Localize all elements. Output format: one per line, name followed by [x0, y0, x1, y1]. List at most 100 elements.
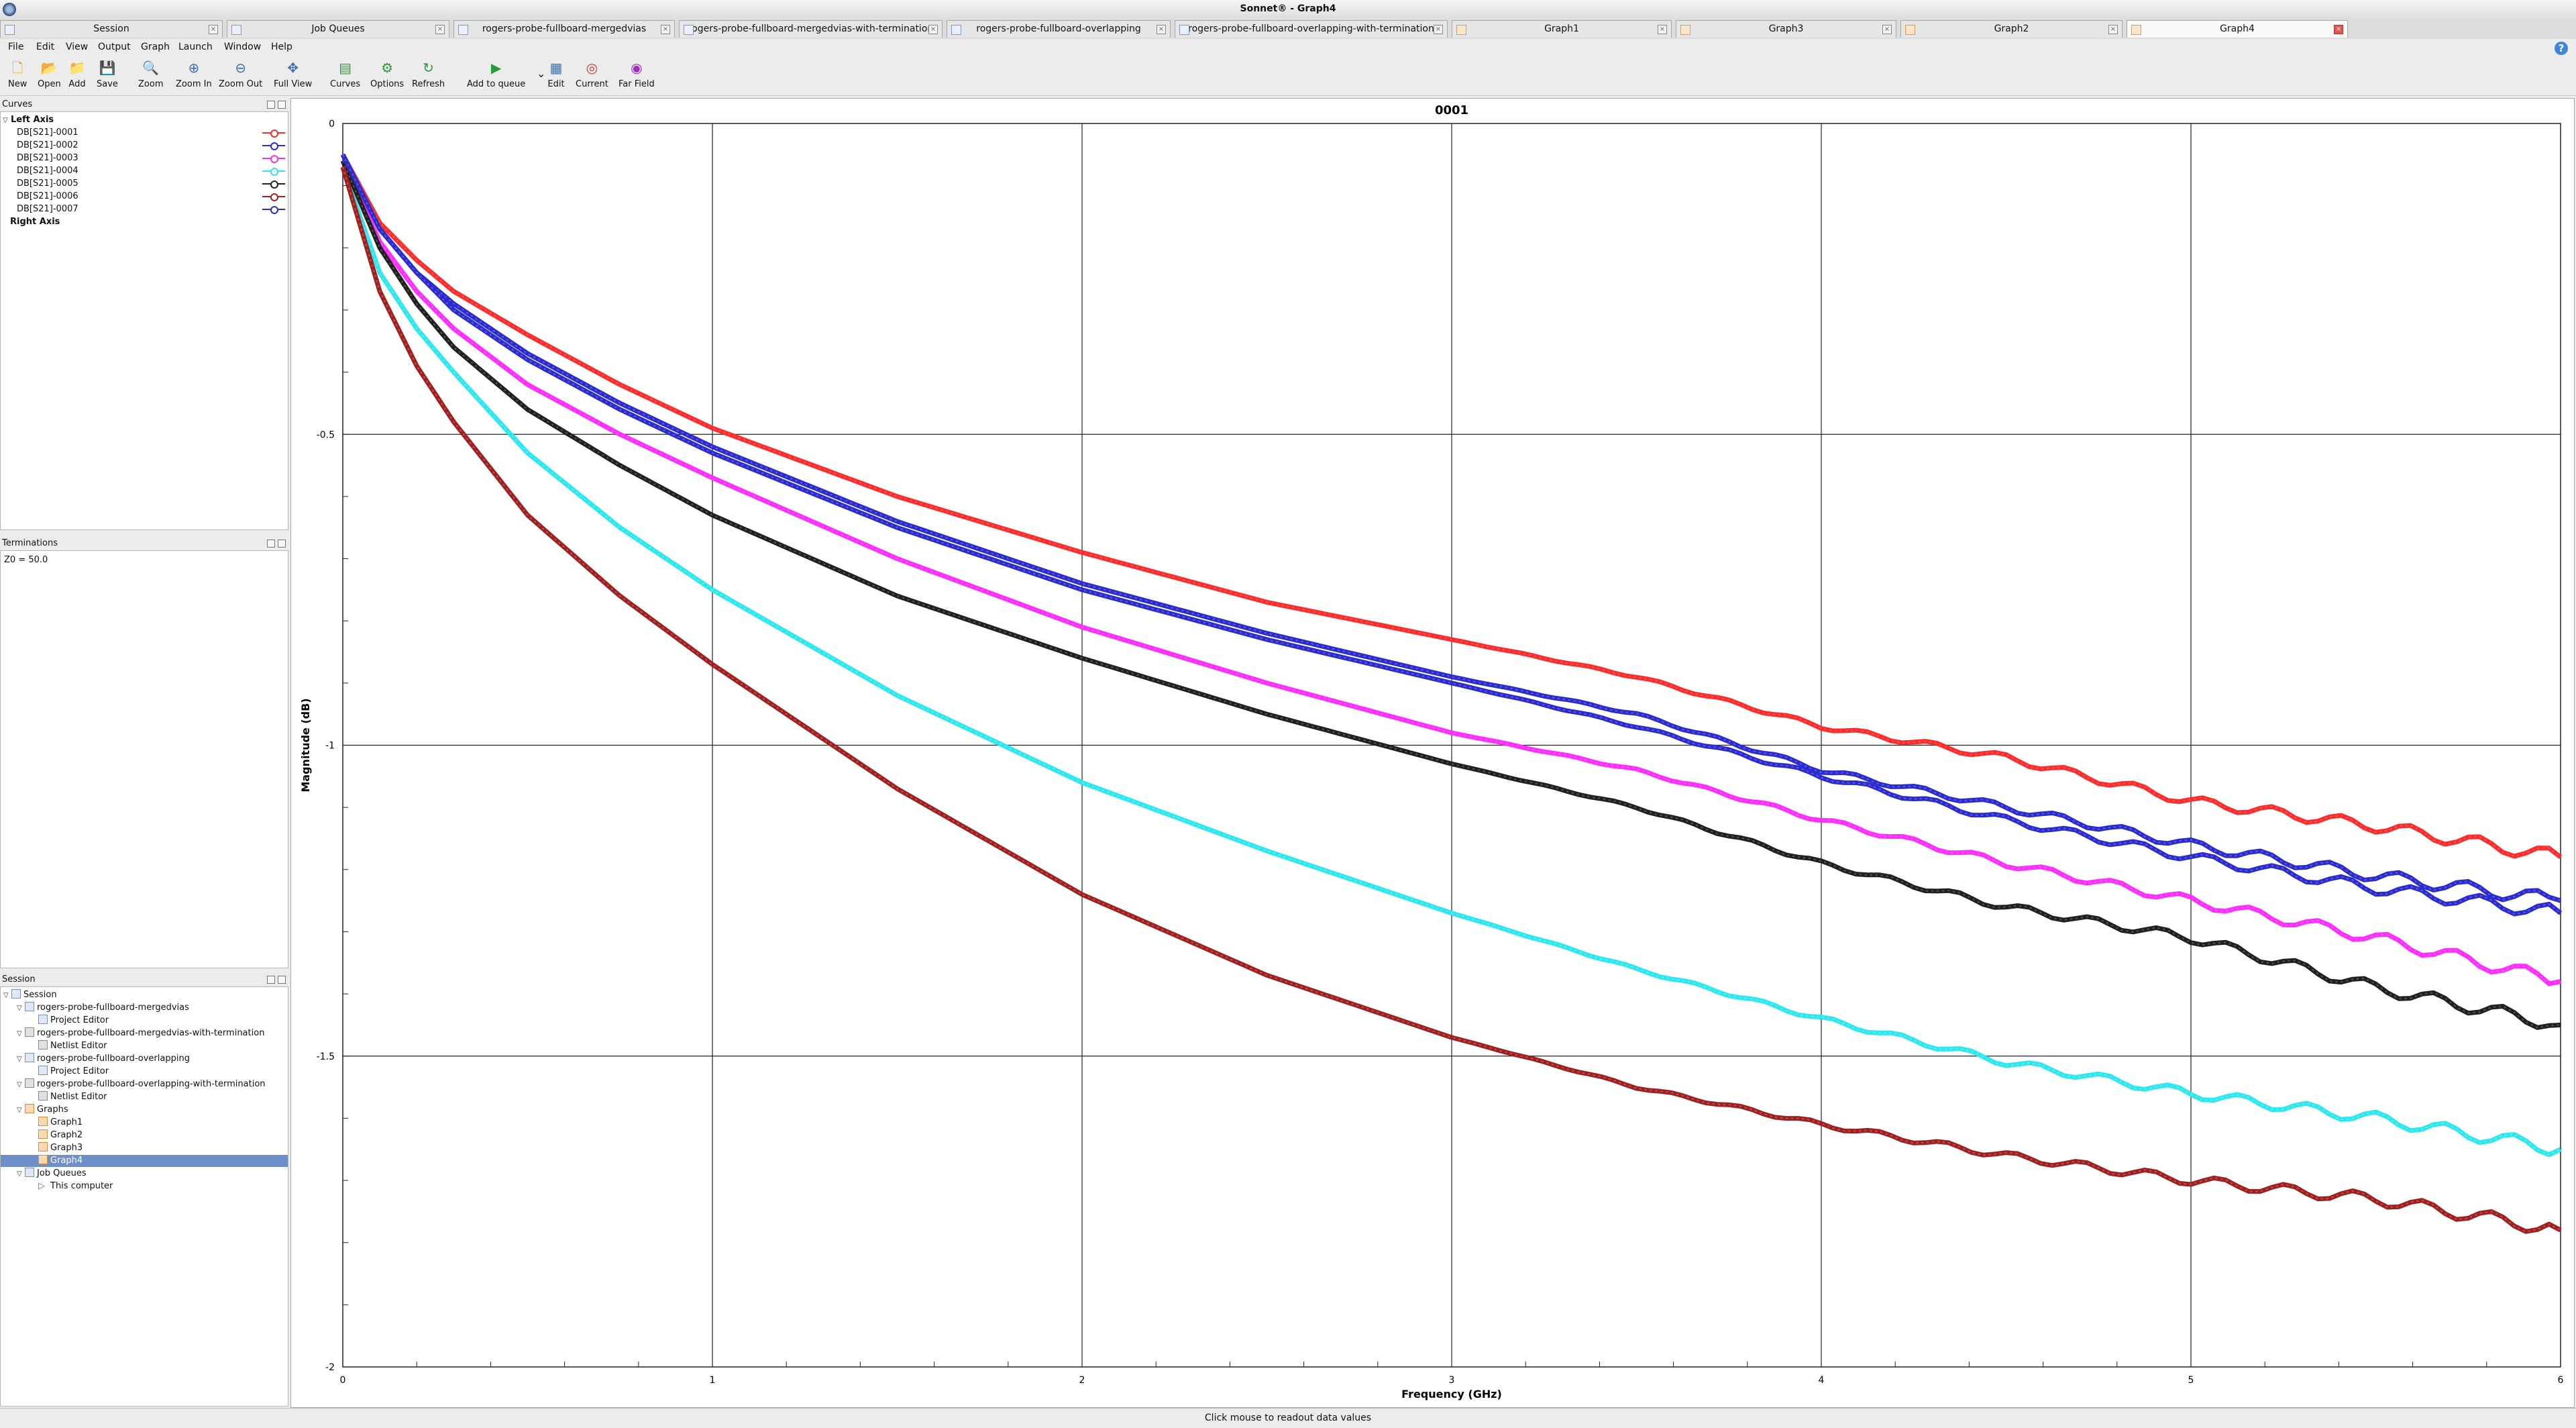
curve-item[interactable]: DB[S21]-0003: [17, 152, 78, 164]
add-to-queue-dropdown[interactable]: ⌄: [537, 67, 545, 80]
close-icon[interactable]: ×: [2108, 25, 2118, 34]
add-to-queue-button[interactable]: ▶ Add to queue: [467, 59, 525, 89]
curve-item[interactable]: DB[S21]-0002: [17, 140, 78, 152]
curve-item[interactable]: DB[S21]-0007: [17, 203, 78, 215]
close-icon[interactable]: ×: [1434, 25, 1443, 34]
right-axis-group[interactable]: Right Axis: [10, 216, 60, 228]
menu-view[interactable]: View: [66, 42, 88, 52]
toolbar-label: Far Field: [619, 79, 655, 89]
panel-float-icon[interactable]: [267, 976, 275, 984]
left-axis-group[interactable]: ▽ Left Axis: [3, 114, 54, 127]
menu-window[interactable]: Window: [224, 42, 261, 52]
tab-graph1[interactable]: Graph1 ×: [1452, 20, 1672, 38]
expand-icon[interactable]: ▽: [17, 1054, 25, 1066]
zoom-button[interactable]: 🔍 Zoom: [138, 59, 163, 89]
tab-rogers-probe-fullboard-mergedvias-with-termination[interactable]: rogers-probe-fullboard-mergedvias-with-t…: [679, 20, 943, 38]
menu-launch[interactable]: Launch: [178, 42, 213, 52]
tree-item[interactable]: ▽ rogers-probe-fullboard-mergedvias: [17, 1002, 189, 1015]
toolbar-label: Zoom In: [176, 79, 212, 89]
tree-item[interactable]: ▽ rogers-probe-fullboard-overlapping: [17, 1053, 190, 1066]
tree-item[interactable]: Graph1: [30, 1117, 83, 1129]
expand-icon[interactable]: ▽: [17, 1105, 25, 1117]
options-button[interactable]: ⚙ Options: [370, 59, 404, 89]
menu-help[interactable]: Help: [271, 42, 292, 52]
tab-label: Session: [93, 23, 129, 34]
menu-file[interactable]: File: [8, 42, 23, 52]
netlist-icon: [1179, 25, 1189, 35]
tree-item[interactable]: Graph2: [30, 1129, 83, 1141]
panel-close-icon[interactable]: [278, 976, 286, 984]
close-icon[interactable]: ×: [1882, 25, 1892, 34]
panel-close-icon[interactable]: [278, 540, 286, 548]
close-icon[interactable]: ×: [1658, 25, 1667, 34]
s21-magnitude-chart[interactable]: 0 -0.5 -1 -1.5 -2 0 1 2 3 4 5 6 0001 Frequency (GHz) M…: [291, 99, 2574, 1407]
tab-session[interactable]: Session ×: [0, 20, 223, 38]
current-button[interactable]: ◎ Current: [576, 59, 608, 89]
curve-label: DB[S21]-0007: [17, 204, 78, 214]
tree-item[interactable]: ▽ Graphs: [17, 1104, 68, 1117]
zoom-in-button[interactable]: ⊕ Zoom In: [176, 59, 212, 89]
new-file-button[interactable]: 🗋 New: [8, 59, 27, 89]
panel-float-icon[interactable]: [267, 540, 275, 548]
graph-icon: [2131, 25, 2141, 35]
expand-icon[interactable]: ▽: [17, 1079, 25, 1091]
zoom-in-icon: ⊕: [188, 60, 200, 76]
tree-item[interactable]: Netlist Editor: [30, 1091, 107, 1103]
tab-graph4[interactable]: Graph4 ×: [2127, 20, 2348, 38]
expand-icon[interactable]: ▽: [3, 990, 11, 1002]
tab-rogers-probe-fullboard-overlapping-with-termination[interactable]: rogers-probe-fullboard-overlapping-with-…: [1175, 20, 1448, 38]
tree-item[interactable]: Project Editor: [30, 1066, 109, 1078]
tree-item[interactable]: ▽ rogers-probe-fullboard-overlapping-with…: [17, 1078, 266, 1091]
curve-item[interactable]: DB[S21]-0006: [17, 191, 78, 203]
tree-item[interactable]: ▷ This computer: [30, 1180, 113, 1192]
curves-button[interactable]: ▤ Curves: [330, 59, 360, 89]
tab-graph2[interactable]: Graph2 ×: [1900, 20, 2123, 38]
refresh-button[interactable]: ↻ Refresh: [412, 59, 445, 89]
close-icon[interactable]: ×: [2334, 25, 2343, 34]
full-view-button[interactable]: ✥ Full View: [274, 59, 312, 89]
far-field-button[interactable]: ◉ Far Field: [619, 59, 655, 89]
menu-output[interactable]: Output: [98, 42, 131, 52]
panel-float-icon[interactable]: [267, 101, 275, 109]
expand-icon[interactable]: ▽: [17, 1168, 25, 1180]
close-icon[interactable]: ×: [661, 25, 670, 34]
y-tick-label: -1.5: [317, 1052, 335, 1062]
zoom-out-button[interactable]: ⊖ Zoom Out: [219, 59, 262, 89]
close-icon[interactable]: ×: [928, 25, 938, 34]
tree-item-label: rogers-probe-fullboard-overlapping-with-…: [37, 1079, 266, 1089]
menu-graph[interactable]: Graph: [141, 42, 170, 52]
add-folder-button[interactable]: 📁 Add: [68, 59, 86, 89]
tab-job-queues[interactable]: Job Queues ×: [227, 20, 449, 38]
curve-item[interactable]: DB[S21]-0001: [17, 127, 78, 139]
tree-item[interactable]: ▽ Job Queues: [17, 1168, 87, 1180]
panel-close-icon[interactable]: [278, 101, 286, 109]
close-icon[interactable]: ×: [1157, 25, 1166, 34]
curve-item[interactable]: DB[S21]-0004: [17, 165, 78, 177]
save-button[interactable]: 💾 Save: [97, 59, 118, 89]
expand-icon[interactable]: ▽: [17, 1003, 25, 1015]
tree-item[interactable]: Netlist Editor: [30, 1040, 107, 1052]
graph-window[interactable]: 0 -0.5 -1 -1.5 -2 0 1 2 3 4 5 6 0001 Frequency (GHz) M…: [290, 98, 2575, 1408]
tree-item-label: Netlist Editor: [50, 1092, 107, 1102]
tab-rogers-probe-fullboard-overlapping[interactable]: rogers-probe-fullboard-overlapping ×: [947, 20, 1171, 38]
tree-item[interactable]: ▽ rogers-probe-fullboard-mergedvias-with-…: [17, 1027, 264, 1040]
open-folder-button[interactable]: 📂 Open: [38, 59, 61, 89]
tree-item[interactable]: ▽ Session: [3, 989, 57, 1002]
menu-edit[interactable]: Edit: [36, 42, 54, 52]
tab-rogers-probe-fullboard-mergedvias[interactable]: rogers-probe-fullboard-mergedvias ×: [453, 20, 675, 38]
expand-icon[interactable]: ▽: [17, 1028, 25, 1040]
left-axis-label: Left Axis: [11, 115, 54, 125]
toolbar-label: Refresh: [412, 79, 445, 89]
tree-item[interactable]: Graph3: [30, 1142, 83, 1154]
tab-graph3[interactable]: Graph3 ×: [1676, 20, 1896, 38]
tree-item[interactable]: Project Editor: [30, 1015, 109, 1027]
curve-item[interactable]: DB[S21]-0005: [17, 178, 78, 190]
close-icon[interactable]: ×: [209, 25, 218, 34]
edit-button[interactable]: ▦ Edit: [547, 59, 565, 89]
tree-item-label: rogers-probe-fullboard-mergedvias-with-t…: [37, 1028, 265, 1038]
collapse-icon[interactable]: ▽: [3, 115, 11, 127]
full-view-icon: ✥: [287, 60, 299, 76]
tree-item[interactable]: Graph4: [1, 1155, 288, 1167]
help-icon[interactable]: ?: [2555, 42, 2568, 55]
close-icon[interactable]: ×: [435, 25, 445, 34]
